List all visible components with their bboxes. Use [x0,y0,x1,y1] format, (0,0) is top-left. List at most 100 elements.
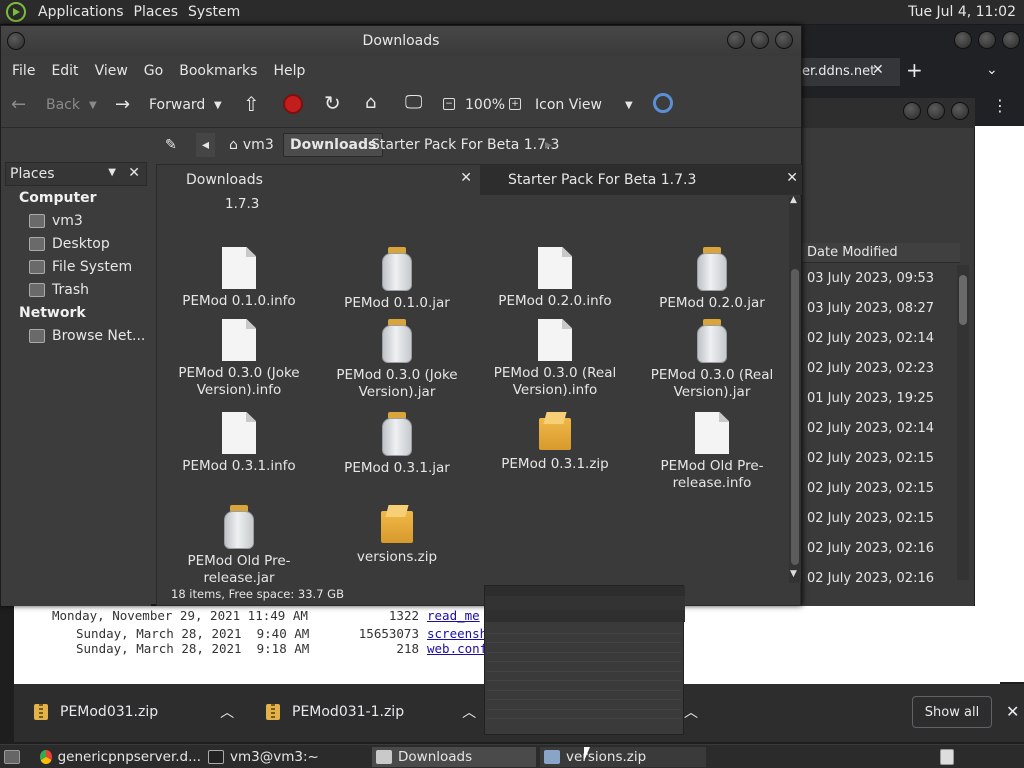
back-button[interactable]: Back [46,97,80,113]
file-item[interactable]: PEMod 0.3.0 (Real Version).jar [632,319,792,401]
chevron-up-icon[interactable]: ︿ [220,702,234,722]
sidebar-item-trash[interactable]: Trash [29,282,89,298]
file-item[interactable]: PEMod 0.3.0 (Joke Version).jar [317,319,477,401]
file-item[interactable]: PEMod 0.2.0.jar [632,247,792,312]
date-list-row[interactable]: 02 July 2023, 02:16 [802,535,952,565]
close-tab-icon[interactable]: ✕ [460,170,472,186]
view-mode-select[interactable]: Icon View [535,97,602,113]
zoom-in-icon[interactable]: + [509,98,521,110]
close-icon[interactable]: ✕ [128,165,140,181]
taskbar-item-chrome[interactable]: genericpnpserver.d... [36,747,201,767]
chevron-up-icon[interactable]: ︿ [462,702,476,722]
download-item-chevron[interactable]: ︿ [684,696,698,728]
file-item[interactable]: PEMod 0.3.1.info [159,412,319,475]
file-item[interactable]: PEMod 0.3.0 (Joke Version).info [159,319,319,399]
reload-icon[interactable]: ↻ [324,91,341,115]
tab-search-chevron-icon[interactable]: ⌄ [986,62,998,78]
close-button[interactable] [951,102,969,120]
maximize-button[interactable] [751,31,769,49]
date-list-row[interactable]: 02 July 2023, 02:14 [802,325,952,355]
date-list-row[interactable]: 03 July 2023, 08:27 [802,295,952,325]
edit-location-icon[interactable]: ✎ [159,133,183,157]
path-left-arrow-icon[interactable]: ◂ [196,133,216,157]
date-list-row[interactable]: 02 July 2023, 02:23 [802,355,952,385]
sidebar-header[interactable]: Places ▼ ✕ [5,162,147,186]
download-item[interactable]: PEMod031-1.zip ︿ [266,696,476,728]
chrome-tab[interactable]: er.ddns.net [800,58,900,86]
forward-arrow-icon[interactable]: → [115,94,130,115]
search-icon[interactable] [653,93,673,113]
listing-link[interactable]: screensh [427,626,487,641]
stop-icon[interactable] [283,94,303,114]
path-crumb-starter-pack[interactable]: Starter Pack For Beta 1.7.3 [365,133,565,157]
file-item[interactable]: PEMod 0.3.0 (Real Version).info [475,319,635,399]
back-arrow-icon[interactable]: ← [11,94,26,115]
background-window-titlebar[interactable] [801,98,975,128]
panel-clock[interactable]: Tue Jul 4, 11:02 [908,4,1016,20]
taskbar-item-downloads[interactable]: Downloads [372,747,536,767]
sidebar-item-file-system[interactable]: File System [29,259,132,275]
minimize-button[interactable] [954,31,972,49]
tab-starter-pack[interactable]: Starter Pack For Beta 1.7.3 ✕ [480,165,802,195]
close-button[interactable] [1002,31,1020,49]
minimize-button[interactable] [727,31,745,49]
file-item[interactable]: versions.zip [317,505,477,566]
sidebar-item-vm3[interactable]: vm3 [29,213,83,229]
show-desktop-button[interactable] [0,747,30,767]
sidebar-item-desktop[interactable]: Desktop [29,236,110,252]
file-item[interactable]: PEMod 0.2.0.info [475,247,635,310]
zoom-out-icon[interactable]: − [443,98,455,110]
panel-menu-applications[interactable]: Applications [34,4,128,20]
scroll-down-icon[interactable]: ▼ [790,569,797,579]
panel-menu-places[interactable]: Places [130,4,183,20]
file-item[interactable]: PEMod Old Pre-release.jar [159,505,319,587]
close-icon[interactable]: ✕ [1006,702,1019,721]
path-right-arrow-icon[interactable]: ▸ [539,133,558,157]
minimize-button[interactable] [903,102,921,120]
chrome-menu-icon[interactable]: ⋮ [992,96,1008,115]
date-list-row[interactable]: 02 July 2023, 02:14 [802,415,952,445]
chevron-up-icon[interactable]: ︿ [684,702,698,722]
scroll-up-icon[interactable]: ▲ [790,195,797,205]
window-menu-button[interactable] [7,32,25,50]
window-titlebar[interactable]: Downloads [1,26,801,56]
listing-link[interactable]: web.conf [427,641,487,656]
file-item[interactable]: PEMod 0.1.0.jar [317,247,477,312]
file-item[interactable]: PEMod 0.3.1.jar [317,412,477,477]
maximize-button[interactable] [927,102,945,120]
date-list-row[interactable]: 02 July 2023, 02:15 [802,505,952,535]
maximize-button[interactable] [978,31,996,49]
menu-help[interactable]: Help [273,63,305,79]
tab-downloads[interactable]: Downloads ✕ [157,165,479,195]
computer-icon[interactable]: 🖵 [405,92,422,113]
file-item[interactable]: PEMod 0.1.0.info [159,247,319,310]
up-arrow-icon[interactable]: ⇧ [243,92,260,116]
background-scrollbar[interactable] [957,265,969,580]
scrollbar-thumb[interactable] [959,275,967,325]
menu-bookmarks[interactable]: Bookmarks [179,63,257,79]
menu-file[interactable]: File [12,63,35,79]
window-preview-thumbnail[interactable] [484,585,685,735]
date-list-row[interactable]: 02 July 2023, 02:15 [802,445,952,475]
chevron-down-icon[interactable]: ▼ [108,167,116,178]
path-crumb-home[interactable]: ⌂ vm3 [223,133,280,157]
back-history-chevron-icon[interactable]: ▼ [89,100,97,111]
column-header-date-modified[interactable]: Date Modified [802,243,960,263]
new-tab-icon[interactable]: + [906,58,923,82]
forward-button[interactable]: Forward [149,97,205,113]
taskbar-item-terminal[interactable]: vm3@vm3:~ [204,747,368,767]
view-mode-chevron-icon[interactable]: ▼ [625,100,633,111]
file-item[interactable]: PEMod Old Pre-release.info [632,412,792,492]
menu-go[interactable]: Go [144,63,163,79]
chrome-tab-close-icon[interactable]: ✕ [872,62,884,78]
taskbar-item-versions-zip[interactable]: versions.zip [540,747,706,767]
date-list-row[interactable]: 03 July 2023, 09:53 [802,265,952,295]
gnome-menu-icon[interactable] [6,2,26,22]
date-list-row[interactable]: 01 July 2023, 19:25 [802,385,952,415]
home-icon[interactable]: ⌂ [365,92,376,113]
content-scrollbar[interactable]: ▲ ▼ [789,195,801,583]
close-tab-icon[interactable]: ✕ [786,170,798,186]
date-list-row[interactable]: 02 July 2023, 02:15 [802,475,952,505]
show-all-button[interactable]: Show all [912,696,992,728]
workspace-switcher[interactable] [936,747,960,767]
